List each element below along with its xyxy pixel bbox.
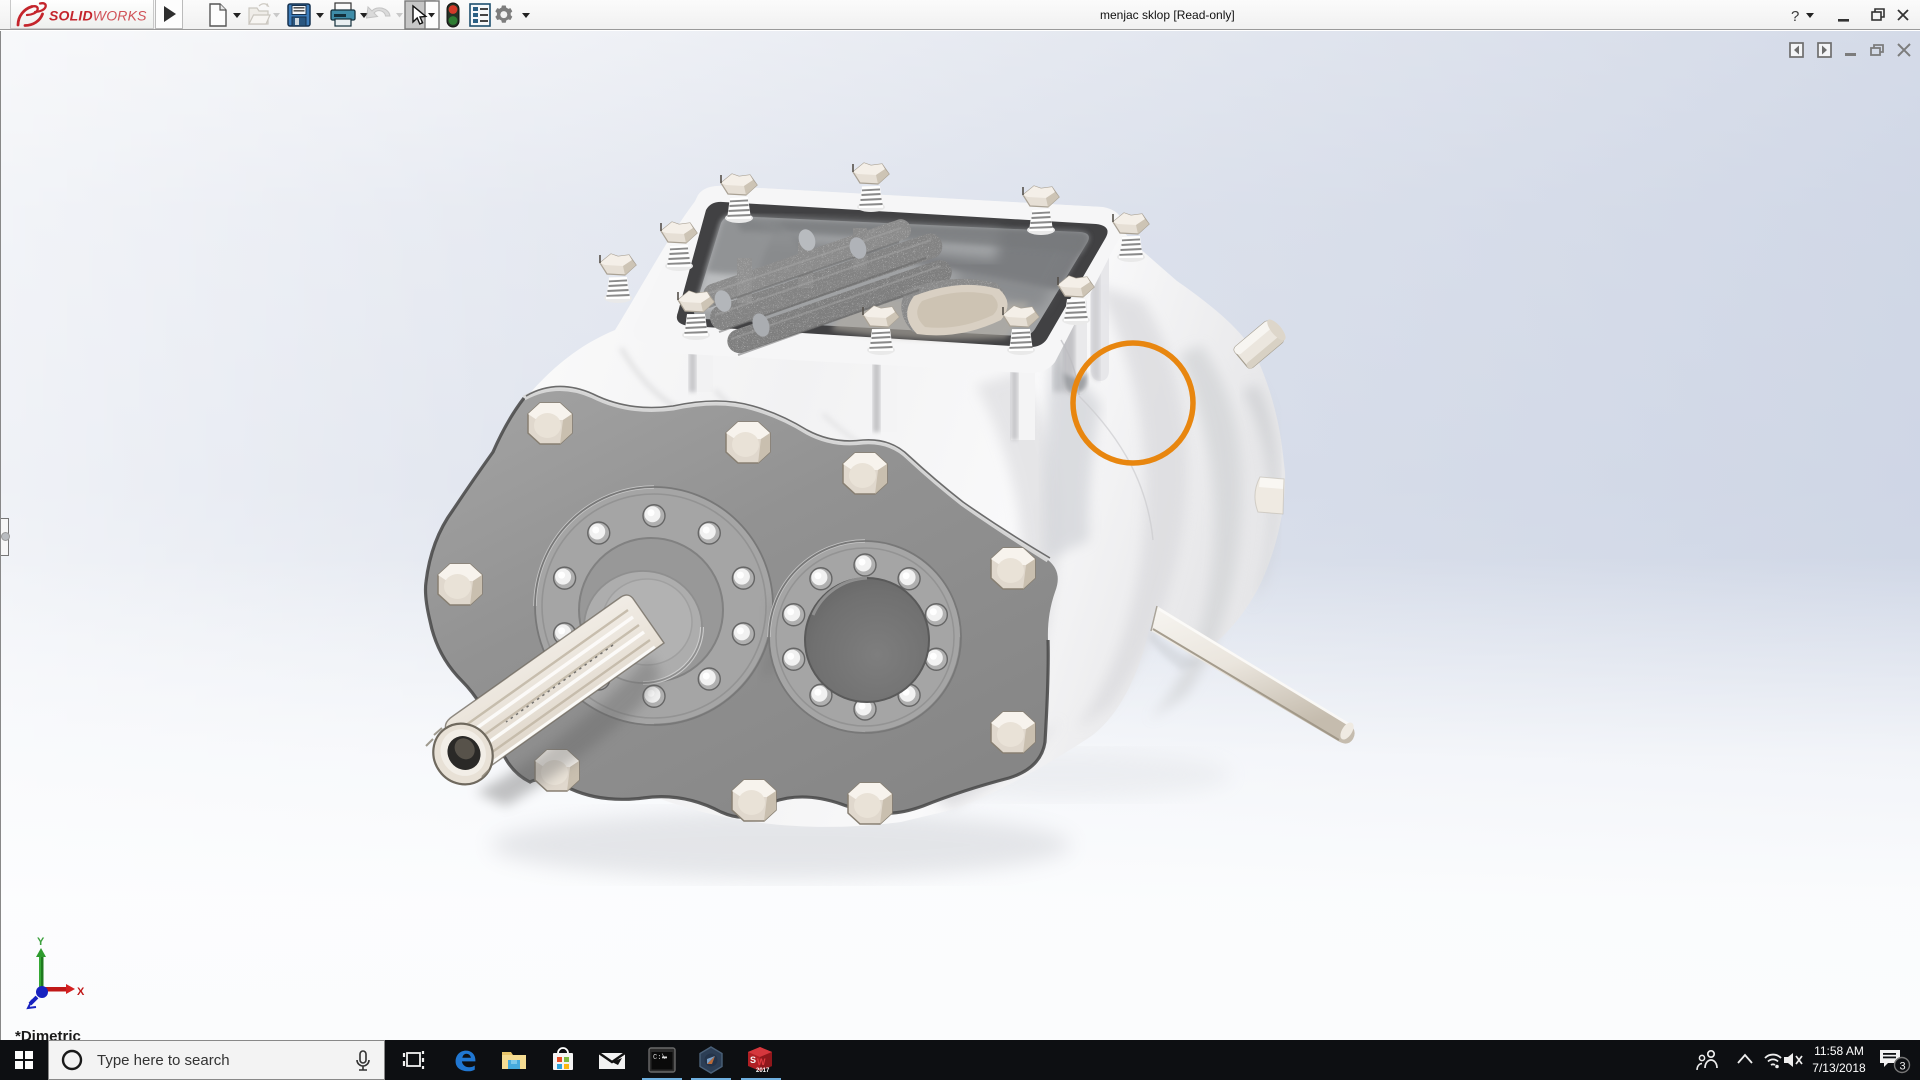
svg-text:3: 3 (1900, 1061, 1906, 1073)
svg-text:S: S (750, 1055, 756, 1065)
svg-text:2017: 2017 (756, 1068, 770, 1074)
svg-text:X: X (77, 986, 85, 998)
svg-text:SOLIDWORKS: SOLIDWORKS (49, 8, 147, 24)
svg-text:?: ? (1791, 8, 1799, 25)
svg-text:Y: Y (37, 936, 45, 948)
svg-text:W: W (757, 1057, 766, 1067)
